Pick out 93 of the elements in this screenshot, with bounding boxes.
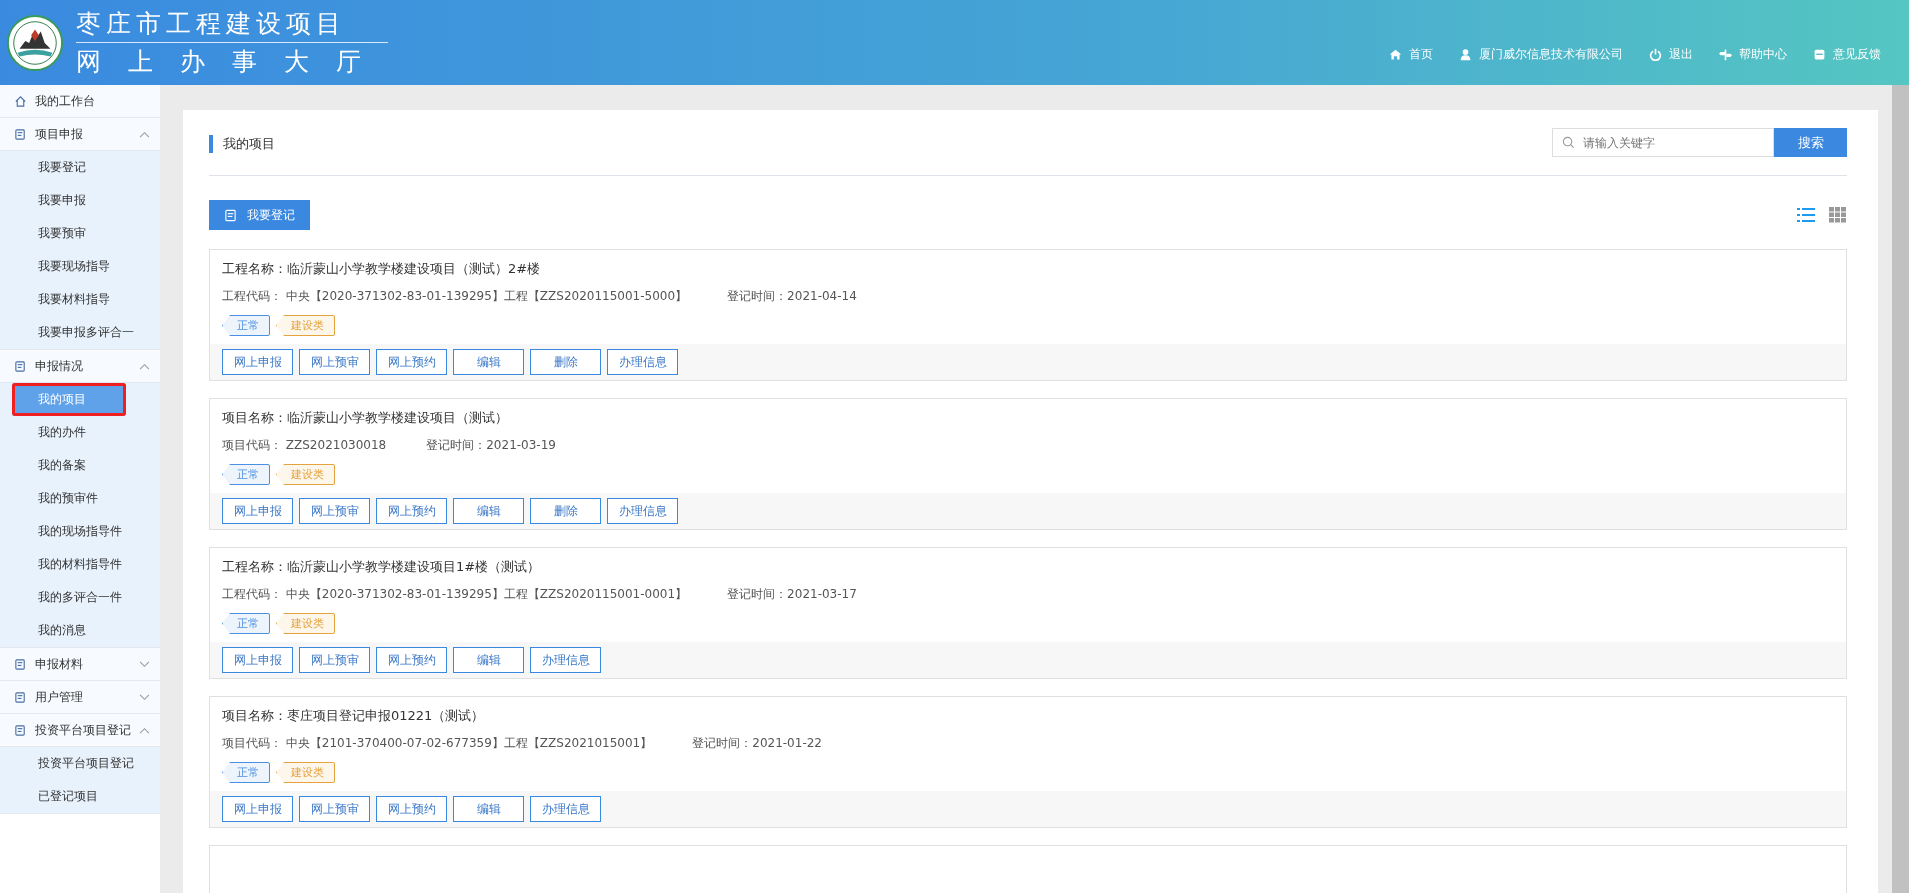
action-button[interactable]: 网上预审 (299, 349, 370, 375)
status-tag: 建设类 (276, 762, 335, 783)
action-button[interactable]: 网上申报 (222, 498, 293, 524)
list-view-icon[interactable] (1797, 207, 1815, 223)
home-icon (1389, 48, 1402, 61)
sidebar-item[interactable]: 申报情况 (0, 350, 160, 383)
chevron-icon (139, 362, 150, 370)
action-button[interactable]: 删除 (530, 498, 601, 524)
register-date: 登记时间：2021-03-17 (727, 586, 857, 603)
sidebar-subitem[interactable]: 我的现场指导件 (0, 515, 160, 548)
chevron-icon (139, 660, 150, 668)
status-tag: 建设类 (276, 613, 335, 634)
document-icon (224, 208, 237, 222)
action-button[interactable]: 网上预审 (299, 498, 370, 524)
chevron-icon (139, 726, 150, 734)
action-button[interactable]: 网上预约 (376, 349, 447, 375)
feedback-icon (1813, 48, 1826, 61)
sidebar-item[interactable]: 我的工作台 (0, 85, 160, 118)
project-code: 项目代码： 中央【2101-370400-07-02-677359】工程【ZZS2021015001】 (222, 735, 653, 752)
project-name: 项目名称：临沂蒙山小学教学楼建设项目（测试） (222, 409, 509, 427)
action-button[interactable]: 办理信息 (607, 498, 678, 524)
sidebar-subitem[interactable]: 我要登记 (0, 151, 160, 184)
sidebar-subitem[interactable]: 我的材料指导件 (0, 548, 160, 581)
sidebar-subitem[interactable]: 我要申报 (0, 184, 160, 217)
menu-item-icon (14, 690, 27, 704)
search-icon (1562, 136, 1575, 149)
sidebar-item[interactable]: 投资平台项目登记 (0, 714, 160, 747)
action-button[interactable]: 编辑 (453, 647, 524, 673)
action-button[interactable]: 编辑 (453, 349, 524, 375)
sidebar-subitem[interactable]: 我要申报多评合一 (0, 316, 160, 349)
action-button[interactable]: 网上申报 (222, 796, 293, 822)
sidebar-subitem[interactable]: 我要预审 (0, 217, 160, 250)
register-date: 登记时间：2021-01-22 (692, 735, 822, 752)
portal-title: 枣庄市工程建设项目 (76, 7, 388, 43)
portal-subtitle: 网上办事大厅 (76, 46, 388, 78)
action-button[interactable]: 网上预约 (376, 647, 447, 673)
status-tag: 建设类 (276, 464, 335, 485)
action-button[interactable]: 编辑 (453, 796, 524, 822)
register-button[interactable]: 我要登记 (209, 200, 310, 230)
sidebar-item[interactable]: 申报材料 (0, 648, 160, 681)
status-tag: 正常 (222, 762, 270, 783)
action-button[interactable]: 网上预审 (299, 796, 370, 822)
project-name: 工程名称：临沂蒙山小学教学楼建设项目（测试）2#楼 (222, 260, 542, 278)
sidebar-subitem[interactable]: 已登记项目 (0, 780, 160, 813)
status-tag: 正常 (222, 613, 270, 634)
action-button[interactable]: 网上预审 (299, 647, 370, 673)
sidebar-subitem[interactable]: 我要材料指导 (0, 283, 160, 316)
panel-title: 我的项目 (209, 134, 275, 153)
sidebar-subitem[interactable]: 我的项目 (12, 383, 126, 416)
action-button[interactable]: 网上预约 (376, 796, 447, 822)
sidebar-subitem[interactable]: 我的多评合一件 (0, 581, 160, 614)
project-code: 项目代码： ZZS2021030018 (222, 437, 387, 454)
register-date: 登记时间：2021-04-14 (727, 288, 857, 305)
sidebar-subitem[interactable]: 我的备案 (0, 449, 160, 482)
menu-item-icon (14, 657, 27, 671)
sidebar-item[interactable]: 项目申报 (0, 118, 160, 151)
status-tag: 正常 (222, 315, 270, 336)
action-button[interactable]: 办理信息 (530, 796, 601, 822)
sidebar-subitem[interactable]: 我的预审件 (0, 482, 160, 515)
logo-icon (6, 13, 64, 72)
menu-item-icon (14, 723, 27, 737)
help-icon (1719, 48, 1732, 61)
project-code: 工程代码： 中央【2020-371302-83-01-139295】工程【ZZS2020115001-5000】 (222, 288, 688, 305)
status-tag: 建设类 (276, 315, 335, 336)
action-button[interactable]: 办理信息 (530, 647, 601, 673)
grid-view-icon[interactable] (1829, 207, 1847, 223)
action-button[interactable]: 网上预约 (376, 498, 447, 524)
project-name: 项目名称：枣庄项目登记申报01221（测试） (222, 707, 486, 725)
chevron-icon (139, 693, 150, 701)
action-button[interactable]: 办理信息 (607, 349, 678, 375)
action-button[interactable]: 编辑 (453, 498, 524, 524)
sidebar-subitem[interactable]: 我要现场指导 (0, 250, 160, 283)
search-button[interactable]: 搜索 (1774, 128, 1847, 157)
register-date: 登记时间：2021-03-19 (426, 437, 556, 454)
menu-item-icon (14, 359, 27, 373)
chevron-icon (139, 130, 150, 138)
sidebar-item[interactable]: 用户管理 (0, 681, 160, 714)
sidebar-subitem[interactable]: 投资平台项目登记 (0, 747, 160, 780)
scrollbar[interactable] (1892, 85, 1909, 893)
action-button[interactable]: 删除 (530, 349, 601, 375)
status-tag: 正常 (222, 464, 270, 485)
search-field[interactable]: 请输入关键字 (1552, 128, 1774, 157)
action-button[interactable]: 网上申报 (222, 647, 293, 673)
sidebar-subitem[interactable]: 我的消息 (0, 614, 160, 647)
action-button[interactable]: 网上申报 (222, 349, 293, 375)
nav-link[interactable]: 首页 (1389, 46, 1433, 63)
menu-item-icon (14, 94, 27, 108)
project-code: 工程代码： 中央【2020-371302-83-01-139295】工程【ZZS2020115001-0001】 (222, 586, 688, 603)
project-name: 工程名称：临沂蒙山小学教学楼建设项目1#楼（测试） (222, 558, 542, 576)
sidebar-subitem[interactable]: 我的办件 (0, 416, 160, 449)
menu-item-icon (14, 127, 27, 141)
user-icon (1459, 48, 1472, 61)
power-icon (1649, 48, 1662, 61)
